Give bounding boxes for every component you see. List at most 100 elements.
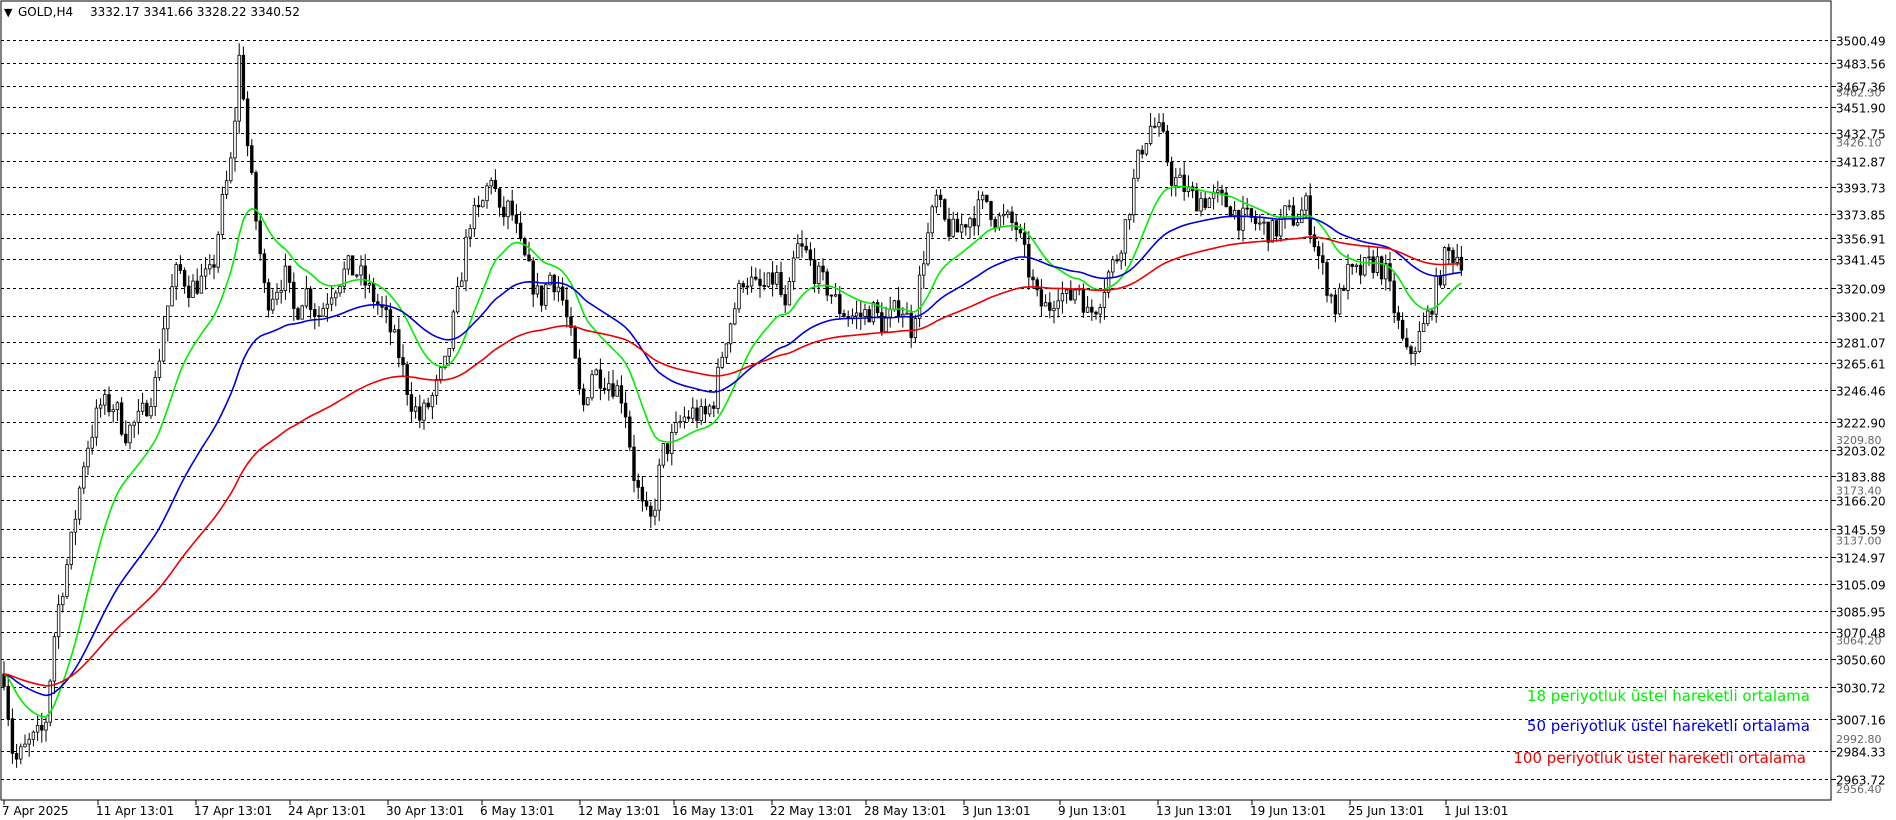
candle-body: [590, 374, 594, 399]
candle-body: [98, 404, 103, 409]
dropdown-arrow-icon[interactable]: ▼: [4, 6, 13, 19]
candle-body: [157, 360, 162, 378]
candle-body: [245, 98, 250, 147]
candle-body: [208, 264, 212, 270]
candle-body: [304, 288, 309, 307]
candle-body: [1295, 222, 1300, 226]
candle-body: [1363, 257, 1367, 276]
candle-body: [1195, 190, 1199, 212]
price-label: 3050.60: [1836, 654, 1886, 668]
candle-body: [82, 466, 86, 489]
candle-body: [132, 421, 136, 426]
candle-body: [1169, 161, 1174, 186]
candle-body: [1010, 211, 1014, 223]
candle-body: [514, 214, 519, 224]
candle-body: [1379, 256, 1384, 280]
candle-body: [203, 268, 208, 277]
candle-body: [968, 218, 972, 228]
candle-body: [1417, 331, 1422, 353]
candle-body: [636, 480, 640, 488]
candle-body: [367, 282, 372, 286]
candle-body: [1245, 207, 1249, 210]
candle-body: [716, 366, 720, 409]
candle-body: [1073, 289, 1077, 301]
candle-body: [699, 406, 703, 422]
legend-ema50: 50 periyotluk üstel hareketli ortalama: [1527, 717, 1810, 735]
candle-body: [682, 416, 687, 422]
candle-body: [1035, 279, 1039, 291]
candle-body: [821, 265, 825, 273]
price-label: 3222.90: [1836, 417, 1886, 431]
candle-body: [686, 416, 691, 419]
price-label: 3265.61: [1836, 358, 1886, 372]
candle-body: [980, 194, 985, 201]
candle-body: [766, 272, 771, 287]
candle-body: [1287, 205, 1291, 208]
candle-body: [581, 388, 586, 406]
candle-body: [1069, 289, 1073, 301]
candle-body: [506, 200, 510, 218]
candle-body: [733, 308, 737, 325]
time-label: 9 Jun 13:01: [1058, 804, 1127, 818]
candle-body: [426, 402, 430, 408]
candle-body: [943, 199, 947, 220]
candle-body: [720, 356, 724, 368]
candle-body: [224, 180, 229, 195]
candle-body: [1241, 207, 1245, 231]
candle-body: [1316, 246, 1321, 257]
candle-body: [964, 224, 968, 228]
candle-body: [905, 312, 909, 315]
candle-body: [510, 200, 514, 216]
candle-body: [1409, 346, 1413, 354]
candle-body: [233, 120, 237, 159]
candle-body: [1052, 307, 1056, 311]
candle-body: [644, 500, 649, 507]
candle-body: [1081, 288, 1086, 313]
candle-body: [695, 407, 699, 421]
price-label-faint: 3173.40: [1836, 484, 1882, 497]
candle-body: [107, 394, 111, 413]
candle-body: [657, 464, 661, 511]
candle-body: [1258, 222, 1262, 225]
candle-body: [1413, 351, 1417, 355]
candle-body: [1199, 198, 1203, 212]
candle-body: [535, 285, 540, 295]
price-label: 3124.97: [1836, 552, 1886, 566]
candle-body: [863, 309, 867, 317]
price-label: 3007.16: [1836, 714, 1886, 728]
time-label: 1 Jul 13:01: [1444, 804, 1508, 818]
candle-body: [758, 278, 762, 286]
price-label: 3085.95: [1836, 606, 1886, 620]
candle-body: [959, 224, 964, 233]
candle-body: [1132, 177, 1136, 216]
candle-body: [371, 282, 376, 302]
candle-body: [1090, 306, 1094, 313]
candle-body: [749, 276, 754, 287]
candle-body: [485, 185, 489, 202]
candle-body: [56, 604, 61, 638]
candle-body: [1161, 122, 1165, 132]
candle-body: [1136, 149, 1140, 179]
candle-body: [338, 285, 342, 294]
candle-body: [1375, 256, 1380, 273]
candle-body: [422, 402, 426, 421]
candle-body: [867, 309, 871, 323]
price-label-faint: 3137.00: [1836, 534, 1882, 547]
candle-body: [632, 446, 636, 481]
candle-body: [741, 283, 745, 288]
candle-body: [678, 421, 682, 424]
candle-body: [363, 265, 367, 286]
time-label: 11 Apr 13:01: [96, 804, 174, 818]
candle-body: [392, 329, 397, 333]
candle-body: [262, 253, 267, 284]
candle-body: [1237, 209, 1241, 231]
candle-body: [1337, 287, 1342, 315]
candle-body: [1039, 289, 1044, 307]
candle-body: [1434, 275, 1438, 315]
time-label: 19 Jun 13:01: [1250, 804, 1326, 818]
candle-body: [922, 263, 926, 276]
price-chart[interactable]: 3500.493483.563467.363451.903432.753412.…: [0, 0, 1896, 820]
candle-body: [808, 249, 813, 261]
candle-body: [518, 222, 523, 240]
price-label: 3300.21: [1836, 311, 1886, 325]
